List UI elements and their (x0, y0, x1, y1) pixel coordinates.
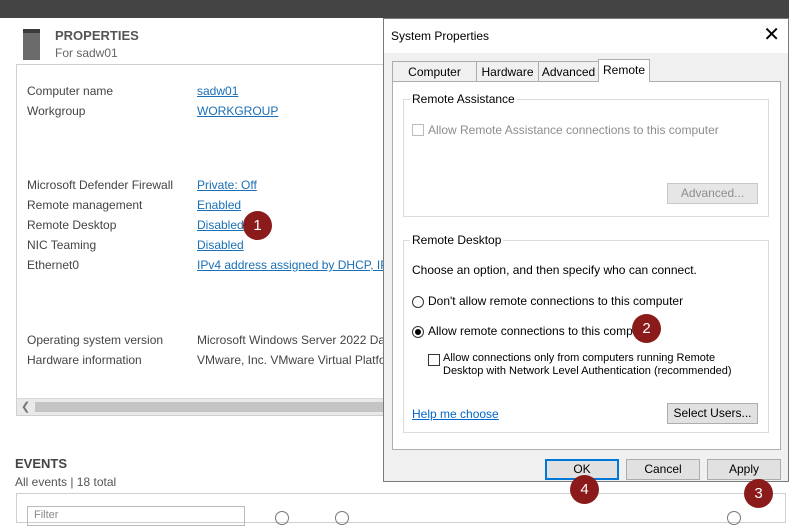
events-filter-input[interactable]: Filter (27, 506, 245, 526)
property-value-nic-teaming[interactable]: Disabled (197, 237, 244, 253)
remote-assistance-checkbox[interactable] (412, 124, 424, 136)
annotation-badge-1: 1 (243, 211, 272, 240)
tab-remote[interactable]: Remote (598, 59, 650, 82)
radio-dont-allow-remote[interactable] (412, 296, 424, 308)
radio-dont-allow-label[interactable]: Don't allow remote connections to this c… (428, 294, 683, 308)
property-value-hardware-info: VMware, Inc. VMware Virtual Platfo (197, 353, 386, 367)
property-label-remote-management: Remote management (27, 198, 143, 212)
expand-icon[interactable] (727, 511, 741, 525)
select-users-button[interactable]: Select Users... (667, 403, 758, 424)
events-subtitle: All events | 18 total (15, 475, 117, 489)
property-label-os-version: Operating system version (27, 333, 164, 347)
properties-panel: Computer name sadw01 Workgroup WORKGROUP… (16, 64, 388, 416)
tab-advanced[interactable]: Advanced (538, 61, 599, 81)
dialog-title: System Properties (391, 29, 490, 43)
server-manager-title-bar (0, 0, 789, 18)
cancel-button[interactable]: Cancel (626, 459, 700, 480)
annotation-badge-3: 3 (744, 479, 773, 508)
nla-label-line1[interactable]: Allow connections only from computers ru… (443, 352, 715, 364)
property-label-nic-teaming: NIC Teaming (27, 238, 97, 252)
annotation-badge-2: 2 (632, 314, 661, 343)
horizontal-scrollbar[interactable]: ❮ (17, 398, 387, 415)
property-label-workgroup: Workgroup (27, 104, 86, 118)
annotation-badge-4: 4 (570, 475, 599, 504)
advanced-button[interactable]: Advanced... (667, 183, 758, 204)
system-properties-dialog: System Properties ✕ Computer Name Hardwa… (383, 18, 789, 482)
events-panel: Filter (16, 493, 786, 526)
remote-assistance-group: Remote Assistance Allow Remote Assistanc… (403, 92, 769, 217)
remote-tab-panel: Remote Assistance Allow Remote Assistanc… (392, 81, 781, 450)
remote-assistance-group-label: Remote Assistance (410, 92, 517, 106)
apply-button[interactable]: Apply (707, 459, 781, 480)
property-label-remote-desktop: Remote Desktop (27, 218, 117, 232)
properties-title: PROPERTIES (55, 28, 139, 43)
radio-allow-label[interactable]: Allow remote connections to this compute… (428, 324, 653, 338)
tab-hardware[interactable]: Hardware (476, 61, 539, 81)
dialog-title-bar: System Properties ✕ (384, 19, 788, 53)
scrollbar-thumb[interactable] (35, 402, 387, 412)
property-value-workgroup[interactable]: WORKGROUP (197, 103, 278, 119)
property-value-os-version: Microsoft Windows Server 2022 Da (197, 333, 386, 347)
property-value-remote-desktop[interactable]: Disabled (197, 217, 244, 233)
property-label-ethernet0: Ethernet0 (27, 258, 80, 272)
property-value-firewall[interactable]: Private: Off (197, 177, 257, 193)
scroll-left-icon[interactable]: ❮ (21, 400, 30, 413)
radio-allow-remote[interactable] (412, 326, 424, 338)
property-label-computer-name: Computer name (27, 84, 114, 98)
server-icon (23, 29, 40, 60)
nla-label-line2[interactable]: Desktop with Network Level Authenticatio… (443, 365, 732, 377)
property-value-remote-management[interactable]: Enabled (197, 197, 241, 213)
help-me-choose-link[interactable]: Help me choose (412, 407, 499, 421)
remote-desktop-group: Remote Desktop Choose an option, and the… (403, 233, 769, 433)
property-label-firewall: Microsoft Defender Firewall (27, 178, 174, 192)
property-label-hardware-info: Hardware information (27, 353, 142, 367)
property-value-ethernet0[interactable]: IPv4 address assigned by DHCP, IPv (197, 257, 387, 273)
remote-desktop-instruction: Choose an option, and then specify who c… (412, 263, 697, 277)
remote-desktop-group-label: Remote Desktop (410, 233, 504, 247)
save-query-icon[interactable] (335, 511, 349, 525)
filter-options-icon[interactable] (275, 511, 289, 525)
property-value-computer-name[interactable]: sadw01 (197, 83, 238, 99)
tab-computer-name[interactable]: Computer Name (392, 61, 477, 99)
close-icon[interactable]: ✕ (763, 24, 780, 46)
properties-subtitle: For sadw01 (55, 46, 118, 60)
nla-checkbox[interactable] (428, 354, 440, 366)
events-title: EVENTS (15, 456, 68, 471)
remote-assistance-checkbox-label: Allow Remote Assistance connections to t… (428, 123, 719, 137)
